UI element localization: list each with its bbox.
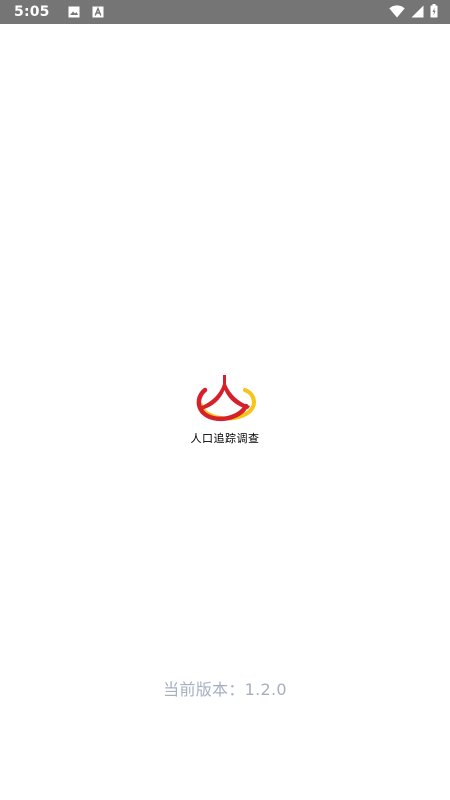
text-a-icon	[92, 6, 104, 18]
status-right-group	[389, 3, 438, 22]
status-bar: 5:05	[0, 0, 450, 24]
status-time: 5:05	[14, 4, 50, 20]
image-icon	[68, 6, 80, 18]
splash-logo: 人口追踪调查	[0, 372, 450, 446]
app-name: 人口追踪调查	[190, 432, 260, 445]
battery-icon	[430, 3, 438, 22]
wifi-icon	[389, 3, 405, 22]
cell-signal-icon	[411, 3, 424, 22]
version-label: 当前版本：1.2.0	[163, 680, 287, 699]
population-survey-logo-icon	[196, 375, 256, 422]
